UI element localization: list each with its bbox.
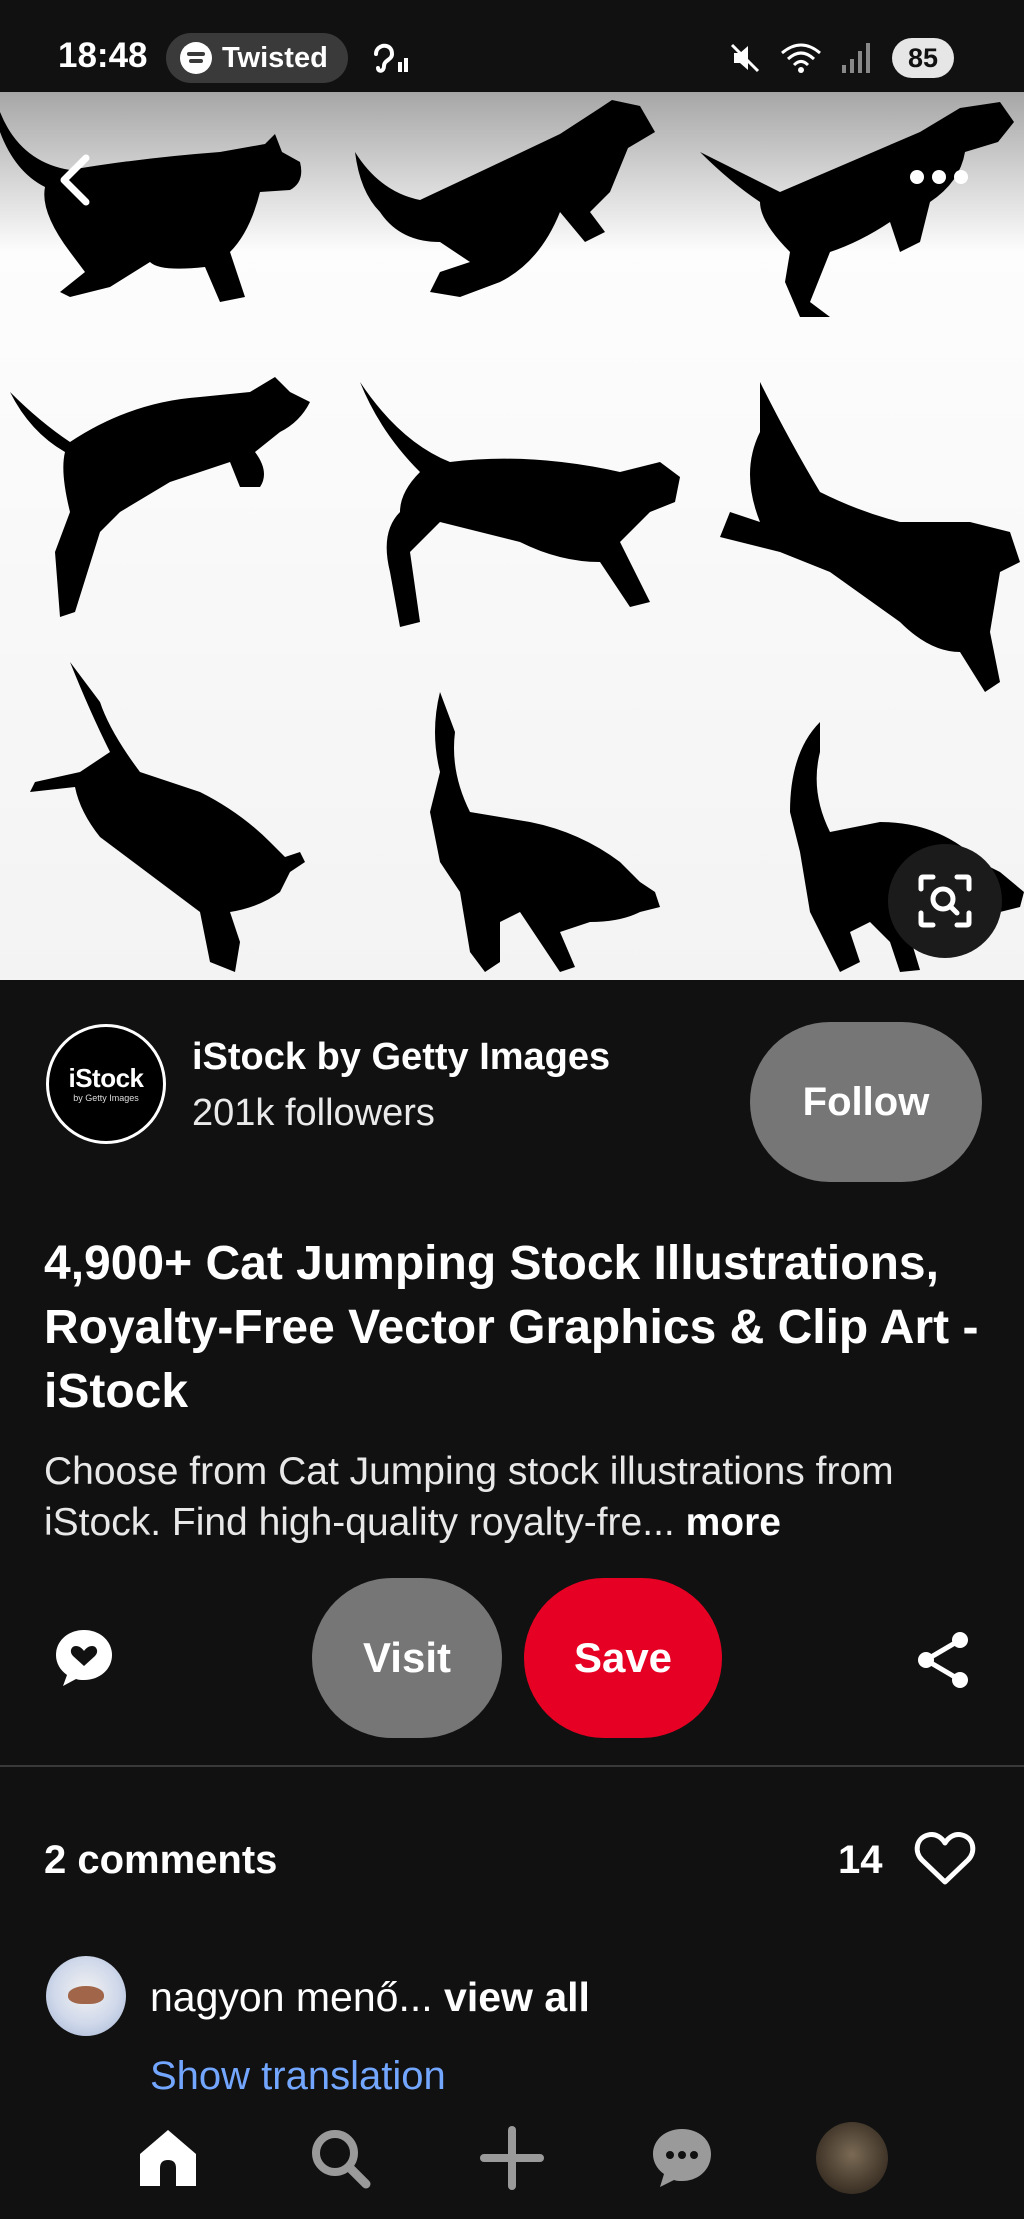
pin-title: 4,900+ Cat Jumping Stock Illustrations, …: [44, 1237, 979, 1418]
mute-icon: [730, 43, 760, 73]
comments-count: 2 comments: [44, 1838, 278, 1882]
more-dot: [910, 170, 924, 184]
bottom-nav: [0, 2100, 1024, 2219]
search-icon: [312, 2130, 371, 2189]
signal-icon: [842, 43, 870, 73]
now-playing-label: Twisted: [222, 41, 328, 74]
visual-search-icon: [918, 874, 972, 928]
home-icon: [140, 2130, 196, 2186]
plus-icon: [480, 2126, 544, 2190]
more-options-button[interactable]: [910, 162, 974, 192]
more-dot: [954, 170, 968, 184]
messages-icon: [653, 2129, 711, 2187]
battery-indicator: 85: [892, 38, 954, 78]
commenter-avatar[interactable]: [46, 1956, 126, 2036]
status-right: 85: [728, 38, 954, 78]
visit-button[interactable]: Visit: [312, 1578, 502, 1738]
show-translation-link[interactable]: Show translation: [150, 2054, 446, 2099]
commenter-avatar-image: [68, 1986, 104, 2004]
creator-followers: 201k followers: [192, 1092, 435, 1134]
comment-icon[interactable]: [54, 1628, 114, 1688]
view-all-comments-link[interactable]: view all: [444, 1974, 590, 2020]
creator-avatar-logo: iStock: [68, 1063, 144, 1093]
nav-home[interactable]: [130, 2120, 206, 2196]
likes-count: 14: [838, 1838, 883, 1882]
pin-image[interactable]: [0, 92, 1024, 980]
description-more-link[interactable]: more: [686, 1501, 781, 1544]
profile-avatar[interactable]: [816, 2122, 888, 2194]
heart-icon[interactable]: [914, 1830, 976, 1886]
status-bar: 18:48 Twisted 85: [0, 0, 1024, 92]
save-button[interactable]: Save: [524, 1578, 722, 1738]
share-icon[interactable]: [914, 1630, 974, 1690]
wifi-icon: [781, 43, 821, 73]
more-dot: [932, 170, 946, 184]
pin-description: Choose from Cat Jumping stock illustrati…: [44, 1446, 984, 1548]
hearing-icon: [374, 43, 408, 73]
visual-search-button[interactable]: [888, 844, 1002, 958]
nav-create[interactable]: [474, 2120, 550, 2196]
section-divider: [0, 1765, 1024, 1767]
back-button[interactable]: [50, 152, 106, 208]
spotify-icon: [180, 42, 212, 74]
now-playing-pill[interactable]: Twisted: [166, 33, 348, 83]
follow-button[interactable]: Follow: [750, 1022, 982, 1182]
creator-name[interactable]: iStock by Getty Images: [192, 1036, 610, 1079]
creator-avatar-logo-sub: by Getty Images: [73, 1093, 139, 1103]
status-time: 18:48: [58, 36, 148, 75]
creator-avatar[interactable]: iStock by Getty Images: [46, 1024, 166, 1144]
nav-search[interactable]: [302, 2120, 378, 2196]
comment-preview-text: nagyon menő...: [150, 1974, 433, 2020]
hero-top-fade: [0, 92, 1024, 252]
nav-messages[interactable]: [644, 2120, 720, 2196]
comment-preview[interactable]: nagyon menő... view all: [150, 1974, 590, 2021]
